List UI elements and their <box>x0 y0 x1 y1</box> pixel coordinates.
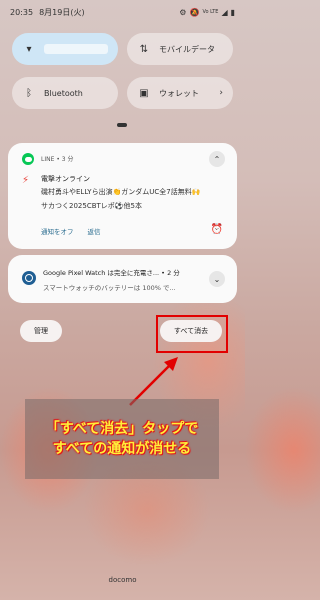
annotation-line: すべての通知が消せる <box>52 441 192 457</box>
annotation-line: 「すべて消去」タップで <box>45 421 199 437</box>
annotation-callout: 「すべて消去」タップで すべての通知が消せる <box>25 399 219 479</box>
carrier-label: docomo <box>108 576 137 584</box>
arrow-annotation <box>129 357 178 406</box>
